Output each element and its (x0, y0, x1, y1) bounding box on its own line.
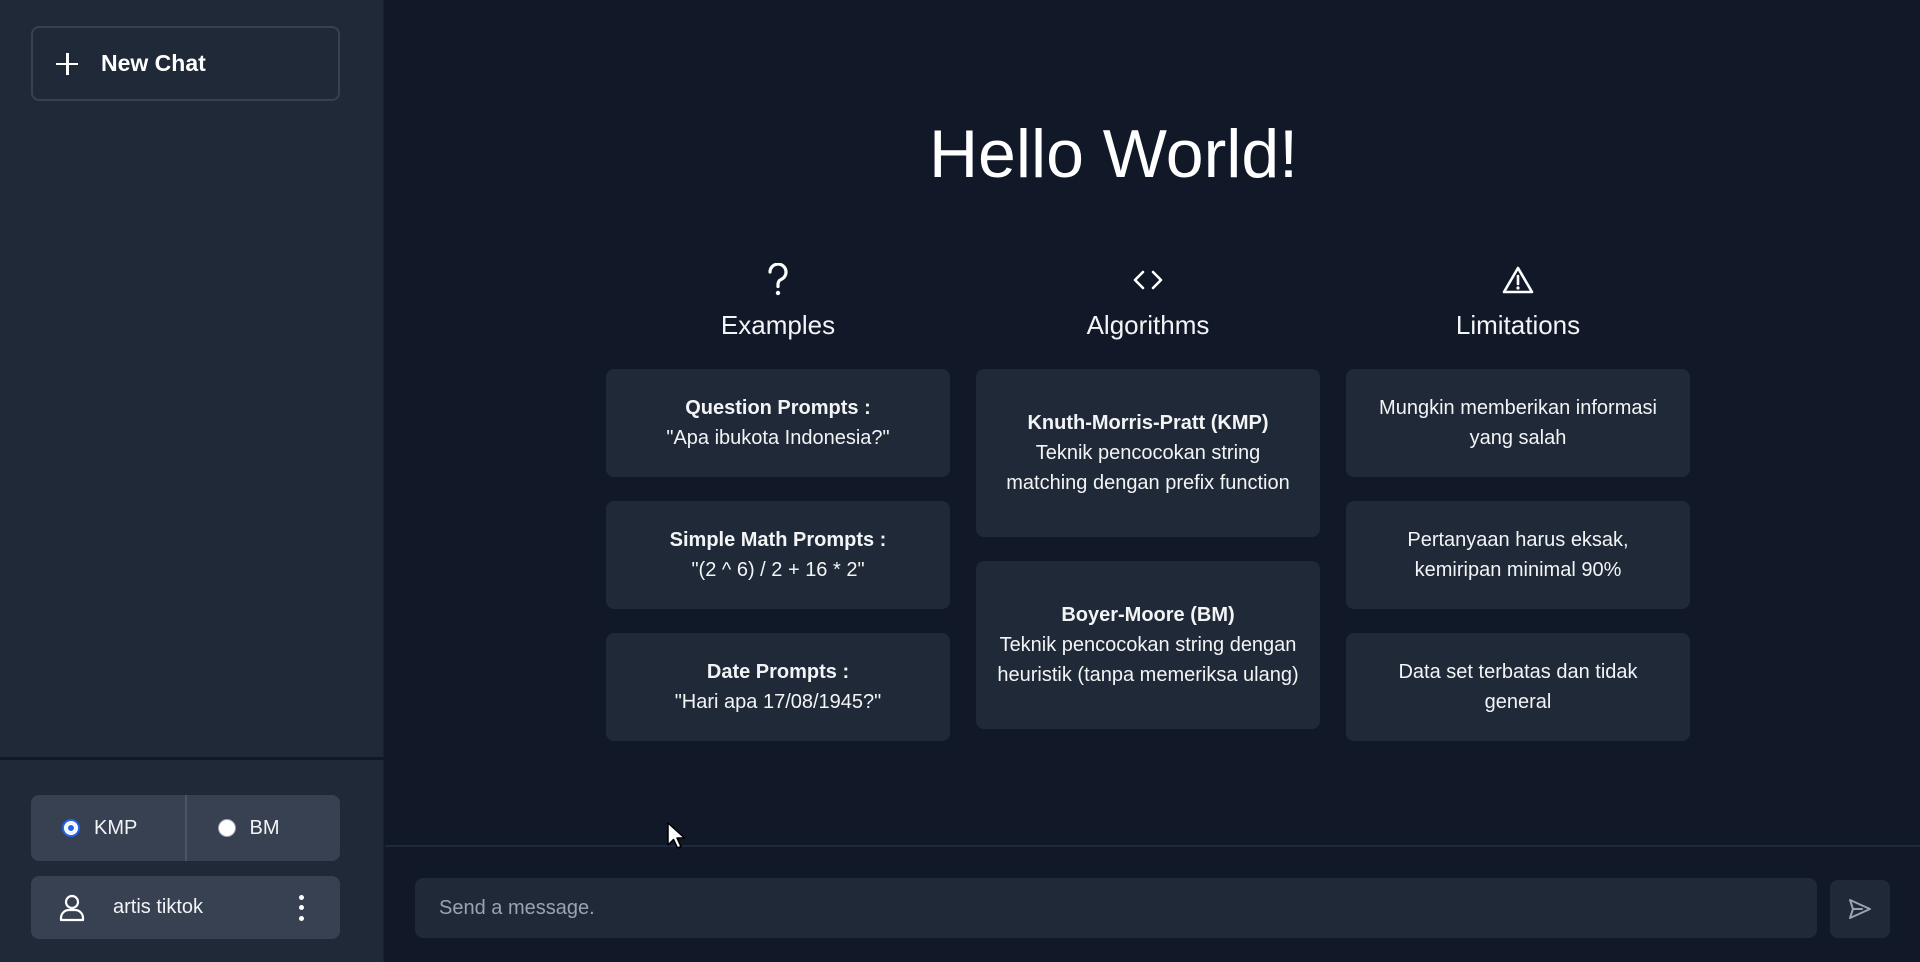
warning-icon (1346, 260, 1690, 300)
column-title: Examples (720, 310, 836, 340)
algorithm-option-kmp[interactable]: KMP (31, 795, 185, 861)
card-title: Question Prompts : (685, 397, 871, 419)
card-body: "Apa ibukota Indonesia?" (666, 427, 890, 449)
user-name: artis tiktok (113, 896, 204, 918)
send-icon (1849, 899, 1871, 919)
page-title: Hello World! (928, 116, 1299, 192)
card-body: Mungkin memberikan informasi yang salah (1379, 397, 1657, 449)
card-body: Teknik pencocokan string dengan heuristi… (997, 634, 1299, 686)
new-chat-button[interactable]: New Chat (31, 26, 340, 101)
user-icon (59, 894, 85, 921)
card-body: Data set terbatas dan tidak general (1398, 661, 1638, 713)
algorithm-option-label: BM (249, 816, 280, 839)
card-body: Pertanyaan harus eksak, kemiripan minima… (1407, 529, 1629, 581)
question-icon (606, 260, 950, 300)
example-card-math[interactable]: Simple Math Prompts : "(2 ^ 6) / 2 + 16 … (606, 501, 950, 609)
example-card-question[interactable]: Question Prompts : "Apa ibukota Indonesi… (606, 369, 950, 477)
card-title: Simple Math Prompts : (669, 529, 887, 551)
main-panel: Hello World! Examples Question Prompts :… (385, 0, 1920, 962)
column-header-limitations: Limitations (1346, 260, 1690, 341)
algorithm-selector: KMP BM (31, 795, 340, 861)
composer-divider (385, 845, 1920, 847)
message-input[interactable] (415, 878, 1817, 938)
algorithm-option-bm[interactable]: BM (184, 795, 341, 861)
kmp-radio[interactable] (62, 819, 80, 837)
code-icon (976, 260, 1320, 300)
new-chat-label: New Chat (101, 50, 206, 76)
algorithm-card-kmp[interactable]: Knuth-Morris-Pratt (KMP) Teknik pencocok… (976, 369, 1320, 537)
sidebar-divider (0, 757, 384, 760)
send-button[interactable] (1830, 880, 1890, 938)
limitation-card[interactable]: Mungkin memberikan informasi yang salah (1346, 369, 1690, 477)
limitation-card[interactable]: Pertanyaan harus eksak, kemiripan minima… (1346, 501, 1690, 609)
example-card-date[interactable]: Date Prompts : "Hari apa 17/08/1945?" (606, 633, 950, 741)
card-body: "Hari apa 17/08/1945?" (674, 691, 882, 713)
mouse-cursor-icon (667, 822, 686, 849)
user-account-row[interactable]: artis tiktok (31, 876, 340, 939)
bm-radio[interactable] (217, 819, 236, 837)
column-header-examples: Examples (606, 260, 950, 341)
column-header-algorithms: Algorithms (976, 260, 1320, 341)
card-title: Date Prompts : (706, 661, 850, 683)
algorithm-option-label: KMP (94, 816, 138, 839)
column-title: Limitations (1455, 310, 1581, 340)
card-title: Boyer-Moore (BM) (1061, 604, 1235, 626)
card-body: "(2 ^ 6) / 2 + 16 * 2" (691, 559, 865, 581)
plus-icon (55, 52, 79, 76)
more-options-icon[interactable] (286, 892, 316, 924)
algorithm-card-bm[interactable]: Boyer-Moore (BM) Teknik pencocokan strin… (976, 561, 1320, 729)
card-title: Knuth-Morris-Pratt (KMP) (1027, 412, 1269, 434)
sidebar: New Chat KMP BM artis tiktok (0, 0, 384, 962)
column-title: Algorithms (1086, 310, 1210, 340)
card-body: Teknik pencocokan string matching dengan… (1006, 442, 1290, 494)
limitation-card[interactable]: Data set terbatas dan tidak general (1346, 633, 1690, 741)
